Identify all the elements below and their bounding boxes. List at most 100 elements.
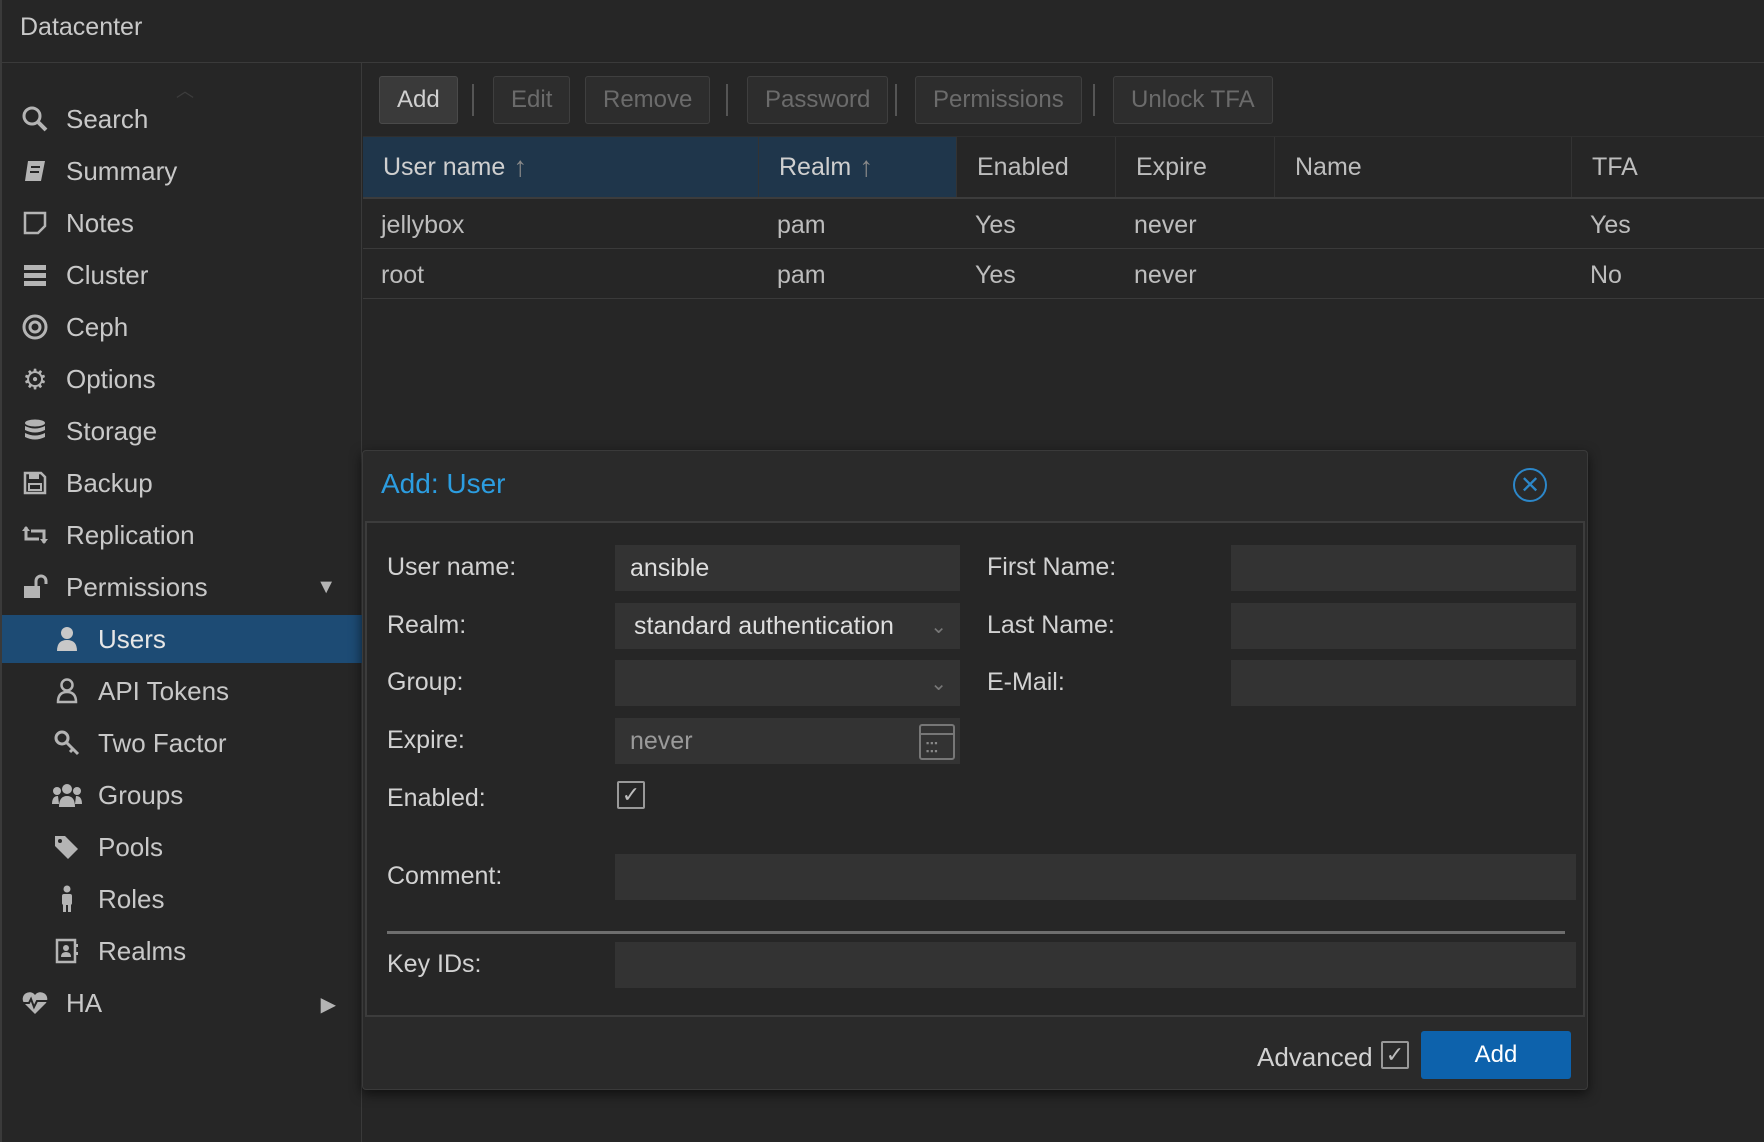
sidebar-item-label: Search [66, 103, 149, 134]
sort-asc-icon: ↑ [859, 151, 874, 182]
sidebar-item-permissions[interactable]: Permissions ▼ [2, 563, 362, 611]
page-title: Datacenter [20, 13, 143, 41]
advanced-checkbox[interactable]: ✓ [1381, 1041, 1409, 1069]
scroll-up-icon[interactable]: ︿ [170, 77, 200, 101]
toolbar: Add Edit Remove Password Permissions Unl… [363, 63, 1764, 137]
firstname-label: First Name: [987, 553, 1117, 581]
sidebar-item-cluster[interactable]: Cluster [2, 251, 362, 299]
sidebar-item-label: Groups [98, 779, 184, 810]
sidebar-item-realms[interactable]: Realms [2, 927, 362, 975]
unlock-icon [20, 572, 50, 602]
comment-field[interactable] [615, 854, 1576, 900]
sidebar-item-ha[interactable]: HA ▶ [2, 979, 362, 1027]
sidebar-item-backup[interactable]: Backup [2, 459, 362, 507]
remove-button[interactable]: Remove [585, 76, 711, 124]
sidebar-item-users[interactable]: Users [2, 615, 362, 663]
sidebar-item-label: Cluster [66, 259, 149, 290]
sidebar-item-label: Storage [66, 415, 158, 446]
column-header-realm[interactable]: Realm ↑ [759, 137, 957, 197]
sidebar-item-roles[interactable]: Roles [2, 875, 362, 923]
users-icon [52, 780, 82, 810]
sidebar-item-label: Replication [66, 519, 195, 550]
table-row[interactable]: root pam Yes never No [363, 249, 1764, 299]
unlock-tfa-button[interactable]: Unlock TFA [1113, 76, 1273, 124]
advanced-label: Advanced [1257, 1042, 1373, 1072]
caret-down-icon[interactable]: ▼ [316, 576, 336, 599]
sidebar-item-label: Roles [98, 883, 165, 914]
dialog-form: User name: ansible Realm: standard authe… [365, 521, 1585, 1017]
expire-label: Expire: [387, 726, 465, 754]
toolbar-separator [1093, 84, 1095, 116]
sidebar-item-label: HA [66, 987, 103, 1018]
keyids-field[interactable] [615, 942, 1576, 988]
comment-label: Comment: [387, 862, 503, 890]
key-icon [52, 728, 82, 758]
add-user-button[interactable]: Add [1421, 1031, 1571, 1079]
user-outline-icon [52, 676, 82, 706]
toolbar-separator [472, 84, 474, 116]
calendar-icon[interactable]: ▪▪▪ ▪▪▪ [919, 724, 955, 760]
sidebar-item-two-factor[interactable]: Two Factor [2, 719, 362, 767]
expire-field[interactable]: never ▪▪▪ ▪▪▪ [615, 718, 960, 764]
heartbeat-icon [20, 988, 50, 1018]
group-label: Group: [387, 668, 464, 696]
sidebar-item-search[interactable]: Search [2, 95, 362, 143]
add-user-dialog: Add: User ✕ User name: ansible Realm: st… [362, 450, 1588, 1090]
top-bar: Datacenter [0, 0, 1764, 63]
sidebar-item-label: Users [98, 623, 166, 654]
email-field[interactable] [1231, 660, 1576, 706]
add-button[interactable]: Add [379, 76, 458, 124]
sidebar-item-label: Ceph [66, 311, 129, 342]
realm-label: Realm: [387, 611, 467, 639]
book-icon [20, 156, 50, 186]
sidebar-item-label: Permissions [66, 571, 208, 602]
sort-asc-icon: ↑ [513, 151, 528, 182]
sidebar-item-ceph[interactable]: Ceph [2, 303, 362, 351]
address-book-icon [52, 936, 82, 966]
enabled-checkbox[interactable]: ✓ [617, 781, 645, 809]
chevron-down-icon: ⌄ [930, 673, 947, 695]
ceph-icon [20, 312, 50, 342]
server-icon [20, 260, 50, 290]
database-icon [20, 416, 50, 446]
sidebar-item-groups[interactable]: Groups [2, 771, 362, 819]
lastname-field[interactable] [1231, 603, 1576, 649]
permissions-button[interactable]: Permissions [915, 76, 1082, 124]
sidebar-item-pools[interactable]: Pools [2, 823, 362, 871]
toolbar-separator [726, 84, 728, 116]
floppy-icon [20, 468, 50, 498]
sidebar-item-label: Pools [98, 831, 164, 862]
column-header-name[interactable]: Name [1275, 137, 1572, 197]
realm-select[interactable]: standard authentication ⌄ [615, 603, 960, 649]
sidebar-item-replication[interactable]: Replication [2, 511, 362, 559]
gear-icon: ⚙ [22, 363, 48, 395]
username-field[interactable]: ansible [615, 545, 960, 591]
sidebar-item-notes[interactable]: Notes [2, 199, 362, 247]
sidebar-item-storage[interactable]: Storage [2, 407, 362, 455]
column-header-tfa[interactable]: TFA [1572, 137, 1764, 197]
group-select[interactable]: ⌄ [615, 660, 960, 706]
close-icon[interactable]: ✕ [1513, 468, 1547, 502]
firstname-field[interactable] [1231, 545, 1576, 591]
divider [387, 931, 1565, 934]
column-header-username[interactable]: User name ↑ [363, 137, 759, 197]
column-header-expire[interactable]: Expire [1116, 137, 1275, 197]
enabled-label: Enabled: [387, 784, 486, 812]
sidebar-item-label: Options [66, 363, 156, 394]
sidebar-item-label: API Tokens [98, 675, 230, 706]
sidebar-item-label: Summary [66, 155, 178, 186]
caret-right-icon[interactable]: ▶ [321, 992, 336, 1017]
sidebar-item-options[interactable]: ⚙ Options [2, 355, 362, 403]
male-icon [52, 884, 82, 914]
sidebar-item-label: Two Factor [98, 727, 227, 758]
edit-button[interactable]: Edit [493, 76, 571, 124]
keyids-label: Key IDs: [387, 950, 482, 978]
sidebar-item-api-tokens[interactable]: API Tokens [2, 667, 362, 715]
sidebar: ︿ Search Summary Notes Cluster Ceph ⚙ Op… [0, 63, 362, 1142]
retweet-icon [20, 520, 50, 550]
table-row[interactable]: jellybox pam Yes never Yes [363, 199, 1764, 249]
sidebar-item-summary[interactable]: Summary [2, 147, 362, 195]
dialog-footer: Advanced ✓ Add [363, 1017, 1587, 1091]
password-button[interactable]: Password [747, 76, 889, 124]
column-header-enabled[interactable]: Enabled [957, 137, 1116, 197]
